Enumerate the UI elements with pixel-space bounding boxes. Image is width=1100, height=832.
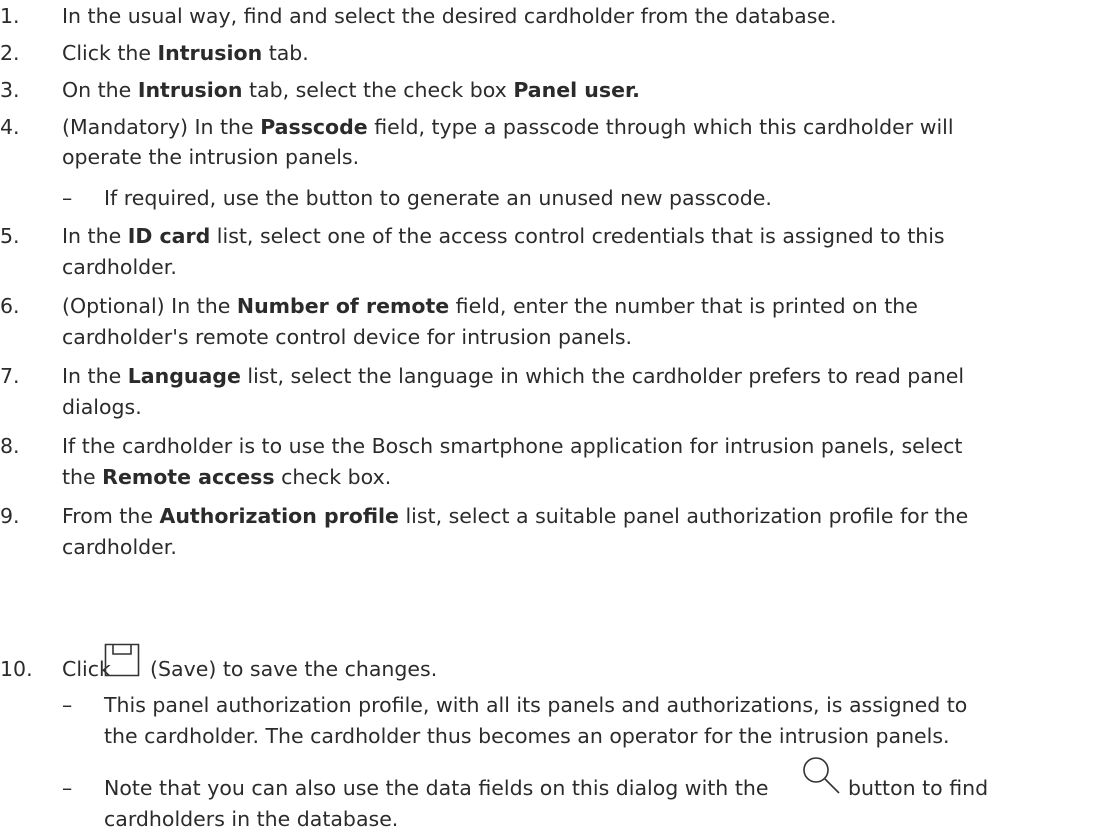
step-7-text-line2: dialogs. bbox=[62, 395, 142, 419]
bullet-dash: – bbox=[62, 693, 73, 717]
step-number: 7. bbox=[0, 364, 20, 388]
step-4-text: (Mandatory) In the Passcode field, type … bbox=[62, 115, 954, 139]
step-number: 10. bbox=[0, 657, 33, 681]
step-4-text-line2: operate the intrusion panels. bbox=[62, 145, 360, 169]
step-number: 9. bbox=[0, 504, 20, 528]
step-10-subitem-2-post: button to find bbox=[848, 776, 989, 800]
step-6-text: (Optional) In the Number of remote field… bbox=[62, 294, 918, 318]
floppy-disk-icon bbox=[104, 643, 140, 677]
step-9-text-line2: cardholder. bbox=[62, 535, 177, 559]
step-8-text-line2: the Remote access check box. bbox=[62, 465, 392, 489]
step-7-text: In the Language list, select the languag… bbox=[62, 364, 965, 388]
bullet-dash: – bbox=[62, 186, 73, 210]
step-9-text: From the Authorization profile list, sel… bbox=[62, 504, 969, 528]
step-3-text: On the Intrusion tab, select the check b… bbox=[62, 78, 640, 102]
step-number: 2. bbox=[0, 41, 20, 65]
step-number: 6. bbox=[0, 294, 20, 318]
step-10-subitem-2-line2: cardholders in the database. bbox=[104, 807, 399, 831]
step-number: 5. bbox=[0, 224, 20, 248]
step-number: 4. bbox=[0, 115, 20, 139]
magnifier-icon bbox=[803, 757, 840, 794]
step-10-text-post: (Save) to save the changes. bbox=[150, 657, 438, 681]
step-4-subitem: If required, use the button to generate … bbox=[104, 186, 772, 210]
step-5-text: In the ID card list, select one of the a… bbox=[62, 224, 945, 248]
step-number: 1. bbox=[0, 4, 20, 28]
step-10-subitem-1-line2: the cardholder. The cardholder thus beco… bbox=[104, 724, 950, 748]
step-2-text: Click the Intrusion tab. bbox=[62, 41, 309, 65]
step-number: 3. bbox=[0, 78, 20, 102]
step-10-subitem-2: Note that you can also use the data fiel… bbox=[104, 776, 769, 800]
step-5-text-line2: cardholder. bbox=[62, 255, 177, 279]
bullet-dash: – bbox=[62, 776, 73, 800]
step-10-subitem-1: This panel authorization profile, with a… bbox=[104, 693, 968, 717]
step-number: 8. bbox=[0, 434, 20, 458]
step-1-text: In the usual way, find and select the de… bbox=[62, 4, 837, 28]
step-8-text: If the cardholder is to use the Bosch sm… bbox=[62, 434, 963, 458]
step-6-text-line2: cardholder's remote control device for i… bbox=[62, 325, 633, 349]
instruction-document: 1. In the usual way, find and select the… bbox=[0, 0, 1100, 831]
